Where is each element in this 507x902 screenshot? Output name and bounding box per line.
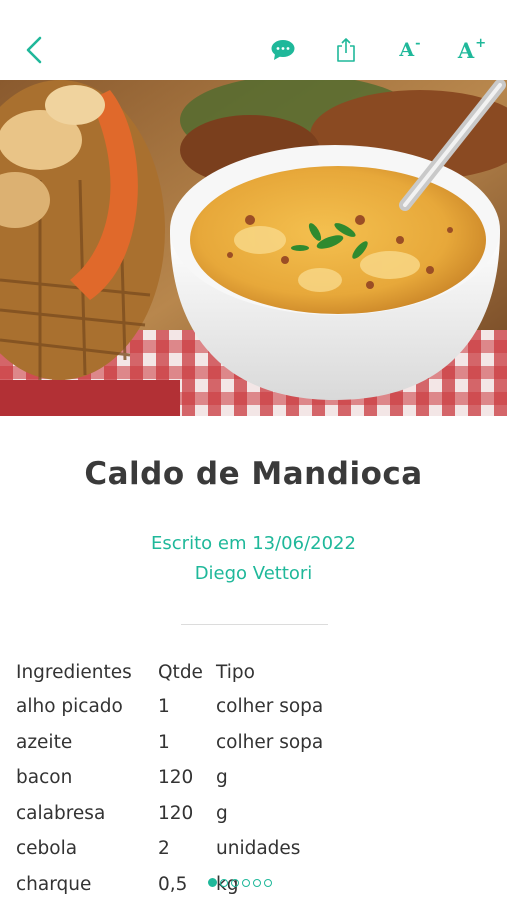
- chevron-left-icon: [23, 35, 45, 65]
- header-quantity: Qtde: [156, 655, 214, 689]
- recipe-photo: [0, 80, 507, 416]
- ingredient-unit: colher sopa: [214, 725, 358, 761]
- back-button[interactable]: [14, 30, 54, 70]
- ingredients-table: Ingredientes Qtde Tipo alho picado 1 col…: [14, 655, 358, 902]
- table-header-row: Ingredientes Qtde Tipo: [14, 655, 358, 689]
- ingredient-qty: 120: [156, 796, 214, 832]
- ingredient-qty: 1: [156, 725, 214, 761]
- font-decrease-label: A: [399, 39, 414, 61]
- table-row: alho picado 1 colher sopa: [14, 689, 358, 725]
- comment-bubble-icon: [270, 39, 296, 61]
- table-row: azeite 1 colher sopa: [14, 725, 358, 761]
- table-row: calabresa 120 g: [14, 796, 358, 832]
- ingredient-name: azeite: [14, 725, 156, 761]
- font-decrease-sign: -: [415, 36, 420, 51]
- table-row: bacon 120 g: [14, 760, 358, 796]
- ingredient-name: calabresa: [14, 796, 156, 832]
- font-increase-button[interactable]: A+: [452, 30, 492, 70]
- header-ingredients: Ingredientes: [14, 655, 156, 689]
- recipe-title: Caldo de Mandioca: [0, 456, 507, 492]
- page-indicator[interactable]: [208, 878, 272, 887]
- author-name[interactable]: Diego Vettori: [0, 563, 507, 584]
- ingredient-unit: unidades: [214, 831, 358, 867]
- comments-button[interactable]: [266, 30, 300, 70]
- share-button[interactable]: [330, 30, 362, 70]
- page-dot[interactable]: [242, 879, 250, 887]
- page-dot[interactable]: [231, 879, 239, 887]
- share-icon: [336, 37, 356, 63]
- ingredient-unit: colher sopa: [214, 689, 358, 725]
- ingredient-qty: 120: [156, 760, 214, 796]
- ingredient-name: bacon: [14, 760, 156, 796]
- section-divider: [181, 624, 328, 625]
- page-dot[interactable]: [253, 879, 261, 887]
- font-increase-sign: +: [475, 36, 486, 51]
- font-increase-label: A: [458, 38, 474, 63]
- font-decrease-button[interactable]: A-: [392, 30, 428, 70]
- page-dot[interactable]: [208, 878, 217, 887]
- ingredient-name: cebola: [14, 831, 156, 867]
- page-dot[interactable]: [264, 879, 272, 887]
- top-toolbar: A- A+: [0, 0, 507, 80]
- publish-date: Escrito em 13/06/2022: [0, 533, 507, 554]
- table-row: cebola 2 unidades: [14, 831, 358, 867]
- ingredient-qty: 1: [156, 689, 214, 725]
- ingredient-unit: g: [214, 796, 358, 832]
- table-row: charque 0,5 kg: [14, 867, 358, 902]
- ingredient-qty: 0,5: [156, 867, 214, 902]
- page-dot[interactable]: [220, 879, 228, 887]
- ingredient-name: alho picado: [14, 689, 156, 725]
- ingredient-unit: g: [214, 760, 358, 796]
- header-type: Tipo: [214, 655, 358, 689]
- ingredient-name: charque: [14, 867, 156, 902]
- ingredient-qty: 2: [156, 831, 214, 867]
